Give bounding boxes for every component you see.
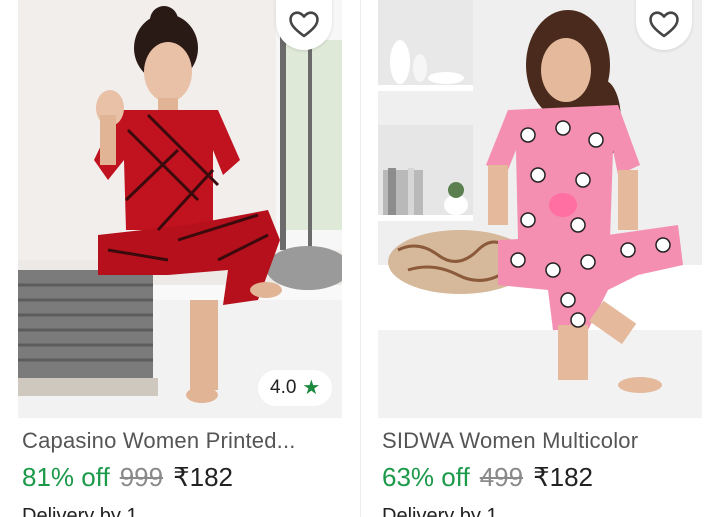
rating-value: 4.0 (270, 377, 297, 398)
heart-outline-icon (649, 11, 679, 38)
discount-label: 81% off (22, 462, 110, 492)
mrp-price: 499 (479, 462, 524, 492)
discount-label: 63% off (382, 462, 470, 492)
heart-outline-icon (289, 11, 319, 38)
delivery-text: Delivery by 1... (22, 505, 155, 517)
product-image-1[interactable]: 4.0 ★ (18, 0, 342, 418)
mrp-price: 999 (119, 462, 164, 492)
sale-price: ₹182 (533, 462, 594, 492)
product-grid: 4.0 ★ Capasino Women Printed... 81% off … (0, 0, 720, 517)
sale-price: ₹182 (173, 462, 234, 492)
delivery-text: Delivery by 1... (382, 505, 515, 517)
product-title[interactable]: Capasino Women Printed... (22, 428, 346, 454)
product-image-2[interactable] (378, 0, 702, 418)
price-row-2: 63% off 499 ₹182 (382, 462, 593, 493)
rating-badge-1: 4.0 ★ (258, 370, 333, 406)
product-card-1[interactable]: 4.0 ★ Capasino Women Printed... 81% off … (12, 0, 352, 517)
price-row-1: 81% off 999 ₹182 (22, 462, 233, 493)
card-divider (360, 0, 361, 517)
product-title[interactable]: SIDWA Women Multicolor (382, 428, 706, 454)
product-card-2[interactable]: SIDWA Women Multicolor 63% off 499 ₹182 … (372, 0, 712, 517)
star-icon: ★ (302, 377, 321, 399)
